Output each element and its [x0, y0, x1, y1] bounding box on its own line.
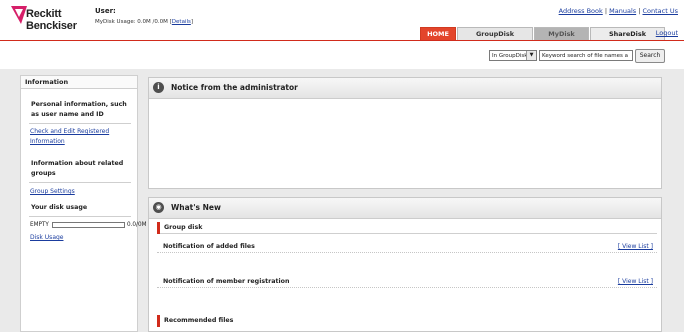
main-nav: HOME GroupDisk MyDisk ShareDisk [420, 27, 666, 40]
search-scope-select[interactable]: In GroupDisk ▼ [489, 50, 537, 61]
divider [29, 182, 131, 183]
disk-usage-heading: Your disk usage [31, 204, 88, 211]
disk-usage-summary: MyDisk Usage: 0.0M /0.0M [Details] [95, 19, 194, 25]
notice-panel: i Notice from the administrator [148, 77, 662, 189]
usage-text: MyDisk Usage: 0.0M /0.0M [95, 19, 168, 25]
member-registration-row: Notification of member registration [ Vi… [157, 276, 657, 288]
member-registration-label: Notification of member registration [163, 278, 290, 285]
added-files-row: Notification of added files [ View List … [157, 241, 657, 253]
info-icon: i [153, 82, 164, 93]
news-icon: ◉ [153, 202, 164, 213]
notice-header: i Notice from the administrator [149, 78, 661, 99]
group-disk-heading: Group disk [157, 222, 657, 234]
tab-home[interactable]: HOME [420, 27, 456, 40]
search-input[interactable]: Keyword search of file names a [539, 50, 633, 61]
disk-usage-value: 0.0/0M [127, 222, 147, 228]
tab-sharedisk[interactable]: ShareDisk [590, 27, 665, 40]
sidebar-title: Information [21, 76, 137, 89]
view-list-member-registration-link[interactable]: [ View List ] [618, 276, 653, 288]
added-files-label: Notification of added files [163, 243, 255, 250]
user-label: User: [95, 7, 116, 15]
edit-registered-info-link[interactable]: Check and Edit Registered Information [21, 127, 137, 147]
whats-new-title: What's New [171, 203, 221, 212]
address-book-link[interactable]: Address Book [559, 7, 603, 15]
chevron-down-icon[interactable]: ▼ [526, 51, 536, 60]
contact-us-link[interactable]: Contact Us [643, 7, 679, 15]
search-scope-value: In GroupDisk [492, 53, 528, 59]
logout-link[interactable]: Logout [656, 29, 678, 37]
header: Reckitt Benckiser User: MyDisk Usage: 0.… [0, 0, 684, 40]
disk-usage-link[interactable]: Disk Usage [21, 232, 137, 243]
group-settings-link[interactable]: Group Settings [21, 186, 137, 197]
notice-title: Notice from the administrator [171, 83, 298, 92]
company-logo[interactable]: Reckitt Benckiser [8, 4, 88, 38]
info-sidebar: Information Personal information, such a… [20, 75, 147, 332]
tab-groupdisk[interactable]: GroupDisk [457, 27, 533, 40]
disk-empty-label: EMPTY [30, 222, 49, 228]
personal-info-heading: Personal information, such as user name … [31, 101, 127, 118]
manuals-link[interactable]: Manuals [609, 7, 636, 15]
view-list-added-files-link[interactable]: [ View List ] [618, 241, 653, 253]
brand-name-line1: Reckitt [26, 8, 62, 20]
whats-new-header: ◉ What's New [149, 198, 661, 219]
tab-mydisk[interactable]: MyDisk [534, 27, 589, 40]
top-links: Address Book | Manuals | Contact Us [558, 7, 679, 15]
disk-usage-bar [52, 222, 125, 228]
disk-usage-meter: EMPTY 0.0/0M [30, 220, 147, 232]
brand-name-line2: Benckiser [26, 20, 77, 32]
recommended-files-heading: Recommended files [157, 315, 657, 327]
search-button[interactable]: Search [635, 49, 665, 63]
details-link[interactable]: Details [172, 19, 191, 25]
whats-new-panel: ◉ What's New Group disk Notification of … [148, 197, 662, 332]
divider [29, 216, 131, 217]
related-groups-heading: Information about related groups [31, 160, 124, 177]
divider [29, 123, 131, 124]
